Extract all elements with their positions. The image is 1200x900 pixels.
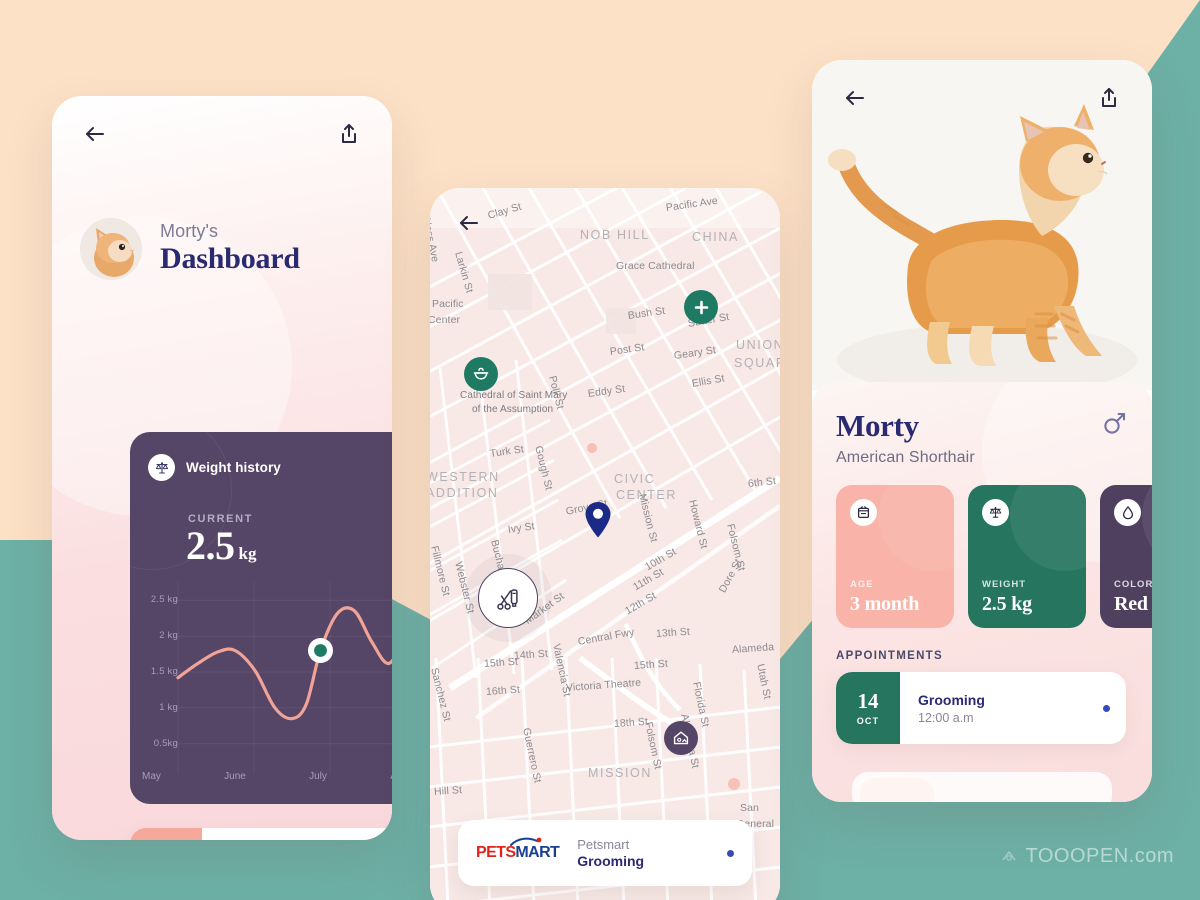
tracker-card-body: View tracker activity October 10th <box>202 828 392 840</box>
phone-profile: Morty American Shorthair AGE 3 month WEI… <box>812 60 1152 802</box>
tracker-activity-card[interactable]: View tracker activity October 10th <box>130 828 392 840</box>
chart-x-tick: Aug <box>390 771 392 782</box>
back-button[interactable] <box>78 117 112 151</box>
appointment-text-group: Grooming 12:00 a.m <box>918 692 985 725</box>
map-pin-pet-house[interactable] <box>664 721 698 755</box>
appointment-body: Grooming 12:00 a.m <box>900 672 1126 744</box>
cat-avatar-image <box>80 218 142 280</box>
stat-label: AGE <box>850 579 874 590</box>
stat-card-color[interactable]: COLOR Red <box>1100 485 1152 628</box>
stat-card-weight[interactable]: WEIGHT 2.5 kg <box>968 485 1086 628</box>
water-drop-icon <box>1114 499 1141 526</box>
stat-decor <box>1010 485 1086 571</box>
petsmart-swoosh-icon <box>510 837 542 846</box>
page-title: Dashboard <box>160 242 300 276</box>
stat-label: COLOR <box>1114 579 1152 590</box>
chart-x-tick: May <box>142 771 161 782</box>
grooming-tools-icon <box>497 589 518 610</box>
appointment-day: 14 <box>857 688 879 713</box>
phone-map: Pacific Ave NOB HILL CHINA Ness Ave Larkin S… <box>430 188 780 900</box>
appointment-row[interactable]: 14 OCT Grooming 12:00 a.m <box>836 672 1126 744</box>
watermark: TOOOPEN.com <box>1000 845 1175 868</box>
chart-y-tick: 2.5 kg <box>150 594 178 605</box>
appointments-list: 14 OCT Grooming 12:00 a.m <box>812 672 1152 744</box>
next-card-peek <box>852 772 1112 802</box>
appointment-title: Grooming <box>918 691 985 708</box>
share-button[interactable] <box>1092 81 1126 115</box>
share-icon <box>342 124 356 143</box>
share-button[interactable] <box>332 117 366 151</box>
chart-y-tick: 1.5 kg <box>150 666 178 677</box>
avatar <box>80 218 142 280</box>
petsmart-title: Petsmart <box>577 837 630 852</box>
weight-history-card[interactable]: Weight history CURRENT 2.5 kg 2.5 kg 2 kg 1… <box>130 432 392 804</box>
stat-value: 3 month <box>850 593 920 615</box>
status-badge <box>1103 704 1110 712</box>
map-pin-location[interactable] <box>584 501 612 544</box>
petsmart-subtitle: Grooming <box>577 853 645 869</box>
appointment-date: 14 OCT <box>836 672 900 744</box>
chart-y-tick: 2 kg <box>159 630 178 641</box>
appointment-month: OCT <box>856 715 880 726</box>
petsmart-grooming-card[interactable]: PETSMART Petsmart Grooming <box>458 820 752 886</box>
map-pin-vet[interactable] <box>684 290 718 324</box>
chart-y-tick: 0.5kg <box>153 738 178 749</box>
collar-icon <box>130 828 202 840</box>
map-pin-food[interactable] <box>464 357 498 391</box>
chart-x-tick: June <box>224 771 246 782</box>
dashboard-title-group: Morty's Dashboard <box>160 221 300 276</box>
stat-decor <box>1142 485 1152 571</box>
medical-cross-icon <box>694 300 708 314</box>
chart-x-axis-labels: May June July Aug <box>142 771 392 782</box>
food-bag-icon <box>850 499 877 526</box>
owner-label: Morty's <box>160 221 219 242</box>
status-badge <box>727 849 734 857</box>
chart-y-axis-labels: 2.5 kg 2 kg 1.5 kg 1 kg 0.5kg <box>138 580 178 760</box>
pet-name: Morty <box>836 408 919 443</box>
weight-unit: kg <box>238 544 257 563</box>
stat-value: 2.5 kg <box>982 593 1032 615</box>
map-streets[interactable] <box>430 188 780 900</box>
back-button[interactable] <box>838 81 872 115</box>
share-icon <box>1102 88 1116 107</box>
pet-house-icon <box>673 731 689 745</box>
arrow-left-icon <box>460 216 478 230</box>
grooming-service-button[interactable] <box>478 568 538 628</box>
pet-food-bowl-icon <box>473 367 489 380</box>
arrow-left-icon <box>86 127 104 141</box>
profile-sheet: Morty American Shorthair AGE 3 month WEI… <box>812 382 1152 802</box>
appointment-time: 12:00 a.m <box>918 710 974 725</box>
petsmart-logo: PETSMART <box>476 837 560 862</box>
appointments-header: APPOINTMENTS <box>836 650 943 662</box>
petsmart-card-text: Petsmart Grooming <box>577 837 709 869</box>
cloud-icon <box>1001 850 1016 861</box>
arrow-left-icon <box>846 91 864 105</box>
stat-value: Red <box>1114 593 1148 615</box>
dashboard-topbar <box>52 96 392 172</box>
watermark-text: TOOOPEN.com <box>1025 845 1174 867</box>
profile-topbar <box>812 60 1152 136</box>
weight-line-chart[interactable]: 2.5 kg 2 kg 1.5 kg 1 kg 0.5kg May June July Aug <box>130 580 392 804</box>
scales-icon <box>982 499 1009 526</box>
chart-x-tick: July <box>309 771 327 782</box>
stat-label: WEIGHT <box>982 579 1026 590</box>
phone-dashboard: Morty's Dashboard Weight history CURRENT… <box>52 96 392 840</box>
location-pin-icon <box>585 502 611 538</box>
dashboard-header: Morty's Dashboard <box>80 218 300 280</box>
stat-decor <box>878 485 954 571</box>
stat-card-age[interactable]: AGE 3 month <box>836 485 954 628</box>
chart-y-tick: 1 kg <box>159 702 178 713</box>
map-back-button[interactable] <box>452 206 486 240</box>
